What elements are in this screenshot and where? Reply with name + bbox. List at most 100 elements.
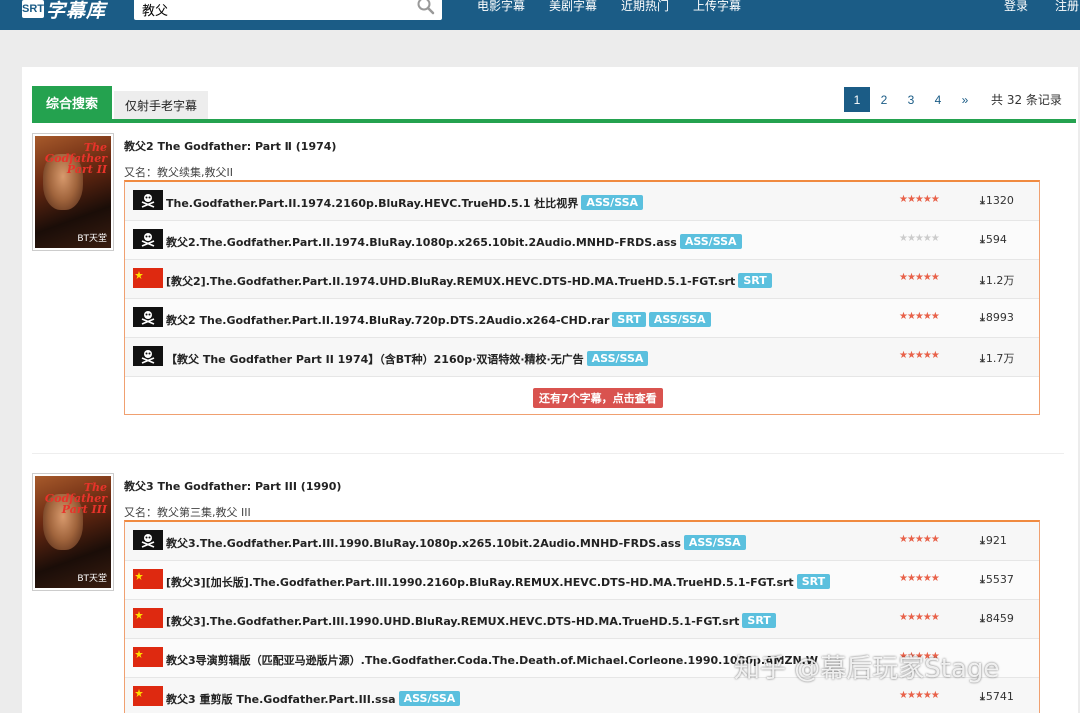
subtitle-row[interactable]: 【教父 The Godfather Part II 1974】（含BT种）216… <box>125 338 1039 377</box>
search-icon[interactable] <box>416 0 436 16</box>
china-flag-icon <box>133 268 163 288</box>
subtitle-row[interactable]: The.Godfather.Part.II.1974.2160p.BluRay.… <box>125 182 1039 221</box>
tab-shooter-only[interactable]: 仅射手老字幕 <box>114 91 208 119</box>
poster-image: The Godfather Part III BT天堂 <box>35 476 111 588</box>
subtitle-list: The.Godfather.Part.II.1974.2160p.BluRay.… <box>124 180 1040 415</box>
rating-stars: ★★★★★ <box>899 690 940 701</box>
subtitle-filename[interactable]: 【教父 The Godfather Part II 1974】（含BT种）216… <box>166 351 649 367</box>
rating-stars: ★★★★★ <box>899 233 940 244</box>
movie-aka: 又名：教父续集,教父II <box>124 166 233 179</box>
format-tag: ASS/SSA <box>581 195 644 210</box>
format-tag: ASS/SSA <box>648 312 711 327</box>
zhihu-watermark: 知乎 @幕后玩家Stage <box>734 654 1000 684</box>
format-tag: ASS/SSA <box>683 535 746 550</box>
tab-underline <box>32 119 1076 123</box>
pagination: 1 2 3 4 » 共 32 条记录 <box>844 87 1062 112</box>
page-1[interactable]: 1 <box>844 87 870 112</box>
download-count: ⤓1.7万 <box>980 352 1015 365</box>
download-count: ⤓1320 <box>980 194 1014 207</box>
total-records: 共 32 条记录 <box>991 93 1062 107</box>
page-3[interactable]: 3 <box>898 87 924 112</box>
download-count: ⤓594 <box>980 233 1007 246</box>
rating-stars: ★★★★★ <box>899 573 940 584</box>
pirate-flag-icon <box>133 530 163 550</box>
subtitle-row[interactable]: [教父3][加长版].The.Godfather.Part.III.1990.2… <box>125 561 1039 600</box>
subtitle-row[interactable]: 教父3.The.Godfather.Part.III.1990.BluRay.1… <box>125 522 1039 561</box>
format-tag: ASS/SSA <box>586 351 649 366</box>
download-count: ⤓921 <box>980 534 1007 547</box>
poster-badge: BT天堂 <box>77 574 107 584</box>
pirate-flag-icon <box>133 229 163 249</box>
rating-stars: ★★★★★ <box>899 534 940 545</box>
nav-movie-subs[interactable]: 电影字幕 <box>477 0 525 14</box>
subtitle-filename[interactable]: [教父3][加长版].The.Godfather.Part.III.1990.2… <box>166 574 831 590</box>
nav-hot[interactable]: 近期热门 <box>621 0 669 14</box>
china-flag-icon <box>133 647 163 667</box>
poster-title: The Godfather Part III <box>44 481 107 516</box>
more-subs-button[interactable]: 还有7个字幕，点击查看 <box>533 388 663 408</box>
poster-title: The Godfather Part II <box>44 141 107 176</box>
subtitle-filename[interactable]: [教父3].The.Godfather.Part.III.1990.UHD.Bl… <box>166 613 776 629</box>
download-icon: ⤓ <box>980 534 985 547</box>
search-box <box>134 0 442 20</box>
pirate-flag-icon <box>133 307 163 327</box>
movie-poster[interactable]: The Godfather Part III BT天堂 <box>32 473 114 591</box>
download-count: ⤓1.2万 <box>980 274 1015 287</box>
movie-title[interactable]: 教父2 The Godfather: Part Ⅱ (1974) <box>124 138 336 154</box>
download-count: ⤓5537 <box>980 573 1014 586</box>
page-2[interactable]: 2 <box>871 87 897 112</box>
china-flag-icon <box>133 608 163 628</box>
subtitle-filename[interactable]: 教父3.The.Godfather.Part.III.1990.BluRay.1… <box>166 535 746 551</box>
china-flag-icon <box>133 686 163 706</box>
pirate-flag-icon <box>133 346 163 366</box>
logo-text: 字幕库 <box>46 0 107 22</box>
nav-upload[interactable]: 上传字幕 <box>693 0 741 14</box>
rating-stars: ★★★★★ <box>899 350 940 361</box>
results-panel: 综合搜索 仅射手老字幕 1 2 3 4 » 共 32 条记录 The Godfa… <box>22 67 1078 713</box>
poster-badge: BT天堂 <box>77 234 107 244</box>
format-tag: ASS/SSA <box>679 234 742 249</box>
tab-all-search[interactable]: 综合搜索 <box>32 86 112 119</box>
download-count: ⤓5741 <box>980 690 1014 703</box>
rating-stars: ★★★★★ <box>899 612 940 623</box>
format-tag: SRT <box>742 613 776 628</box>
download-icon: ⤓ <box>980 612 985 625</box>
subtitle-filename[interactable]: 教父2 The.Godfather.Part.II.1974.BluRay.72… <box>166 312 711 328</box>
subtitle-filename[interactable]: [教父2].The.Godfather.Part.II.1974.UHD.Blu… <box>166 273 772 289</box>
page-next[interactable]: » <box>952 87 978 112</box>
rating-stars: ★★★★★ <box>899 194 940 205</box>
format-tag: ASS/SSA <box>398 691 461 706</box>
top-navbar: SRT 字幕库 电影字幕 美剧字幕 近期热门 上传字幕 登录 注册 <box>0 0 1080 30</box>
site-logo[interactable]: SRT 字幕库 <box>22 0 106 22</box>
rating-stars: ★★★★★ <box>899 272 940 283</box>
subtitle-row[interactable]: [教父3].The.Godfather.Part.III.1990.UHD.Bl… <box>125 600 1039 639</box>
format-tag: SRT <box>796 574 831 589</box>
search-input[interactable] <box>134 0 404 20</box>
download-count: ⤓8993 <box>980 311 1014 324</box>
download-count: ⤓8459 <box>980 612 1014 625</box>
pirate-flag-icon <box>133 190 163 210</box>
subtitle-row[interactable]: [教父2].The.Godfather.Part.II.1974.UHD.Blu… <box>125 260 1039 299</box>
section-divider <box>32 453 1064 454</box>
register-link[interactable]: 注册 <box>1055 0 1079 14</box>
subtitle-filename[interactable]: The.Godfather.Part.II.1974.2160p.BluRay.… <box>166 195 644 211</box>
subtitle-row[interactable]: 教父2 The.Godfather.Part.II.1974.BluRay.72… <box>125 299 1039 338</box>
subtitle-filename[interactable]: 教父2.The.Godfather.Part.II.1974.BluRay.10… <box>166 234 742 250</box>
format-tag: SRT <box>738 273 772 288</box>
download-icon: ⤓ <box>980 352 985 365</box>
movie-title[interactable]: 教父3 The Godfather: Part III (1990) <box>124 478 341 494</box>
movie-aka: 又名：教父第三集,教父 III <box>124 506 251 519</box>
download-icon: ⤓ <box>980 233 985 246</box>
nav-tv-subs[interactable]: 美剧字幕 <box>549 0 597 14</box>
page-4[interactable]: 4 <box>925 87 951 112</box>
movie-poster[interactable]: The Godfather Part II BT天堂 <box>32 133 114 251</box>
download-icon: ⤓ <box>980 690 985 703</box>
subtitle-row[interactable]: 教父2.The.Godfather.Part.II.1974.BluRay.10… <box>125 221 1039 260</box>
subtitle-filename[interactable]: 教父3导演剪辑版（匹配亚马逊版片源）.The.Godfather.Coda.Th… <box>166 652 818 668</box>
download-icon: ⤓ <box>980 311 985 324</box>
china-flag-icon <box>133 569 163 589</box>
download-icon: ⤓ <box>980 274 985 287</box>
subtitle-filename[interactable]: 教父3 重剪版 The.Godfather.Part.III.ssa ASS/SS… <box>166 691 461 707</box>
login-link[interactable]: 登录 <box>1004 0 1028 14</box>
rating-stars: ★★★★★ <box>899 311 940 322</box>
